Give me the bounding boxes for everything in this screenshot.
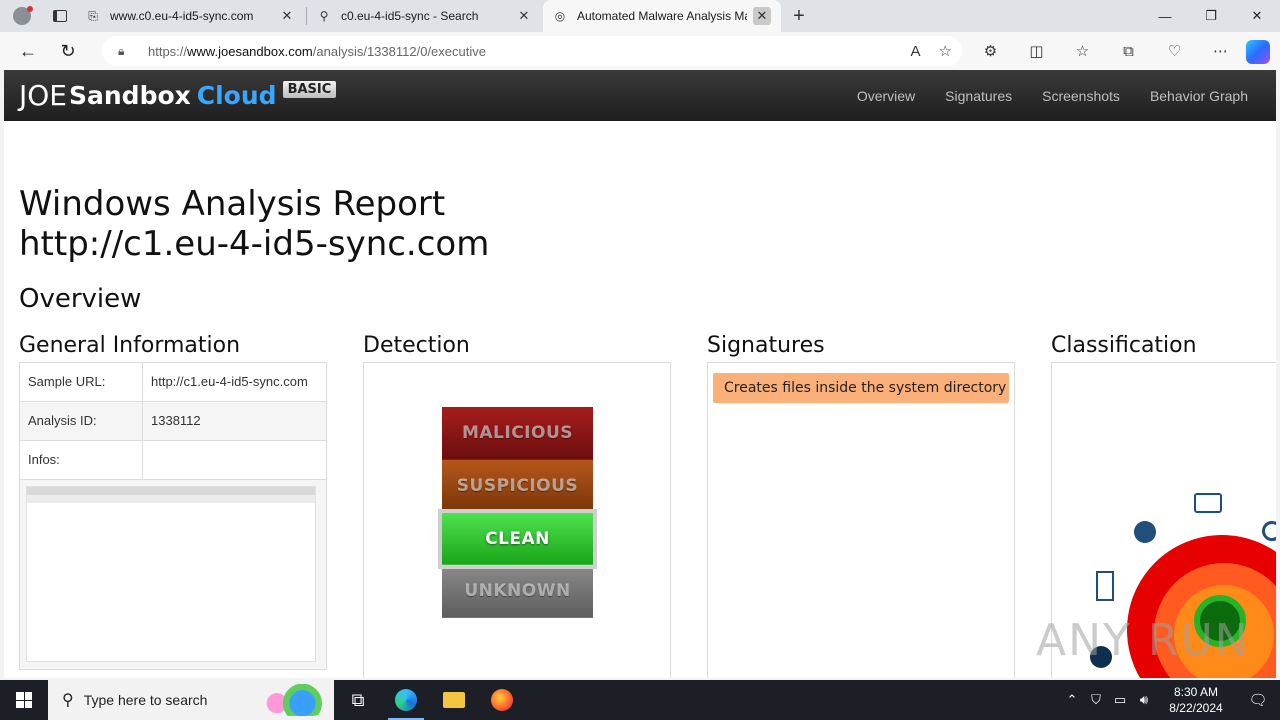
search-icon: ⚲ [319, 9, 329, 23]
profile-avatar[interactable] [0, 0, 44, 32]
table-row: Analysis ID: 1338112 [19, 401, 327, 441]
ransomware-icon [1194, 493, 1222, 513]
detection-level-malicious: MALICIOUS [442, 407, 593, 460]
back-arrow-icon[interactable]: ← [8, 32, 48, 70]
browser-tab-3[interactable]: ◎ Automated Malware Analysis Ma ✕ [543, 0, 781, 32]
minimize-icon[interactable]: — [1142, 0, 1188, 32]
report-title: Windows Analysis Report http://c1.eu-4-i… [19, 184, 490, 264]
close-tab-icon[interactable]: ✕ [278, 7, 296, 25]
restore-icon[interactable]: ❐ [1188, 0, 1234, 32]
detection-level-clean: CLEAN [438, 509, 597, 569]
address-toolbar: ← ↻ 🔒︎ https://www.joesandbox.com/analys… [0, 32, 1280, 70]
classification-heading: Classification [1051, 333, 1197, 358]
joesandbox-icon: ◎ [554, 9, 566, 23]
search-icon: ⚲ [62, 692, 74, 709]
signatures-heading: Signatures [707, 333, 825, 358]
page-viewport: JOE Sandbox Cloud BASIC Overview Signatu… [4, 70, 1276, 678]
overview-heading: Overview [19, 284, 142, 314]
system-tray: ⌃ ⛉ ▭ 🔊︎ 8:30 AM 8/22/2024 🗨︎ [1060, 680, 1280, 720]
extensions-icon[interactable]: ⚙ [975, 32, 1006, 70]
lock-icon[interactable]: 🔒︎ [118, 44, 134, 59]
firefox-icon[interactable] [478, 680, 526, 720]
detection-panel: MALICIOUS SUSPICIOUS CLEAN UNKNOWN [363, 362, 671, 678]
signature-badge[interactable]: Creates files inside the system director… [713, 373, 1009, 403]
browser-essentials-icon[interactable]: ♡ [1159, 32, 1190, 70]
split-screen-icon[interactable]: ◫ [1021, 32, 1052, 70]
start-button[interactable] [0, 680, 48, 720]
table-row: Infos: [19, 440, 327, 480]
miner-icon [1134, 521, 1156, 543]
windows-taskbar: ⚲ Type here to search ⧉ ⌃ ⛉ ▭ 🔊︎ 8:30 AM… [0, 680, 1280, 720]
site-navbar: JOE Sandbox Cloud BASIC Overview Signatu… [4, 70, 1276, 121]
windows-logo-icon [16, 692, 32, 708]
close-window-icon[interactable]: ✕ [1234, 0, 1280, 32]
detection-level-stack: MALICIOUS SUSPICIOUS CLEAN UNKNOWN [438, 407, 597, 618]
sample-screenshot-thumbnail[interactable] [26, 486, 316, 662]
taskbar-search[interactable]: ⚲ Type here to search [48, 680, 334, 720]
browser-tab-1[interactable]: ⎘ www.c0.eu-4-id5-sync.com ✕ [76, 0, 306, 32]
nav-behavior-graph[interactable]: Behavior Graph [1150, 88, 1248, 104]
close-tab-icon[interactable]: ✕ [753, 7, 771, 25]
table-row: Sample URL: http://c1.eu-4-id5-sync.com [19, 362, 327, 402]
more-options-icon[interactable]: ⋯ [1205, 32, 1236, 70]
general-info-table: Sample URL: http://c1.eu-4-id5-sync.com … [19, 362, 327, 670]
volume-icon[interactable]: 🔊︎ [1132, 692, 1156, 708]
taskbar-clock[interactable]: 8:30 AM 8/22/2024 [1156, 684, 1236, 716]
collections-icon[interactable]: ⧉ [1113, 32, 1144, 70]
read-aloud-icon[interactable]: A [911, 43, 921, 60]
browser-tab-bar: ⎘ www.c0.eu-4-id5-sync.com ✕ ⚲ c0.eu-4-i… [0, 0, 1280, 32]
task-view-icon[interactable]: ⧉ [334, 680, 382, 720]
detection-level-unknown: UNKNOWN [442, 565, 593, 618]
browser-tab-2[interactable]: ⚲ c0.eu-4-id5-sync - Search ✕ [307, 0, 543, 32]
copilot-icon[interactable] [1246, 40, 1270, 64]
close-tab-icon[interactable]: ✕ [515, 7, 533, 25]
joesandbox-logo[interactable]: JOE Sandbox Cloud BASIC [19, 79, 337, 112]
file-explorer-icon[interactable] [430, 680, 478, 720]
site-menu: Overview Signatures Screenshots Behavior… [857, 70, 1248, 121]
nav-screenshots[interactable]: Screenshots [1042, 88, 1120, 104]
favorites-icon[interactable]: ☆ [1067, 32, 1098, 70]
edge-browser-icon[interactable] [382, 680, 430, 720]
window-controls: — ❐ ✕ [1142, 0, 1280, 32]
nav-signatures[interactable]: Signatures [945, 88, 1012, 104]
search-highlight-art [264, 684, 328, 716]
signatures-panel: Creates files inside the system director… [707, 362, 1015, 678]
network-icon[interactable]: ▭ [1108, 692, 1132, 708]
anyrun-watermark: ANY RUN [1036, 615, 1250, 666]
tab-actions-button[interactable] [44, 0, 76, 32]
page-icon: ⎘ [88, 8, 98, 23]
chevron-up-icon[interactable]: ⌃ [1060, 692, 1084, 708]
nav-overview[interactable]: Overview [857, 88, 915, 104]
dropper-icon [1096, 571, 1114, 601]
general-info-heading: General Information [19, 333, 241, 358]
url-bar[interactable]: 🔒︎ https://www.joesandbox.com/analysis/1… [102, 36, 962, 66]
browser-tools: ⚙ ◫ ☆ ⧉ ♡ ⋯ [975, 32, 1251, 70]
refresh-icon[interactable]: ↻ [48, 32, 88, 70]
table-row [19, 479, 327, 670]
notifications-icon[interactable]: 🗨︎ [1236, 691, 1280, 709]
detection-heading: Detection [363, 333, 470, 358]
spyware-icon [1262, 521, 1276, 541]
new-tab-button[interactable]: + [781, 0, 817, 32]
security-icon[interactable]: ⛉ [1084, 692, 1108, 708]
favorite-star-icon[interactable]: ☆ [939, 42, 952, 60]
detection-level-suspicious: SUSPICIOUS [442, 460, 593, 513]
